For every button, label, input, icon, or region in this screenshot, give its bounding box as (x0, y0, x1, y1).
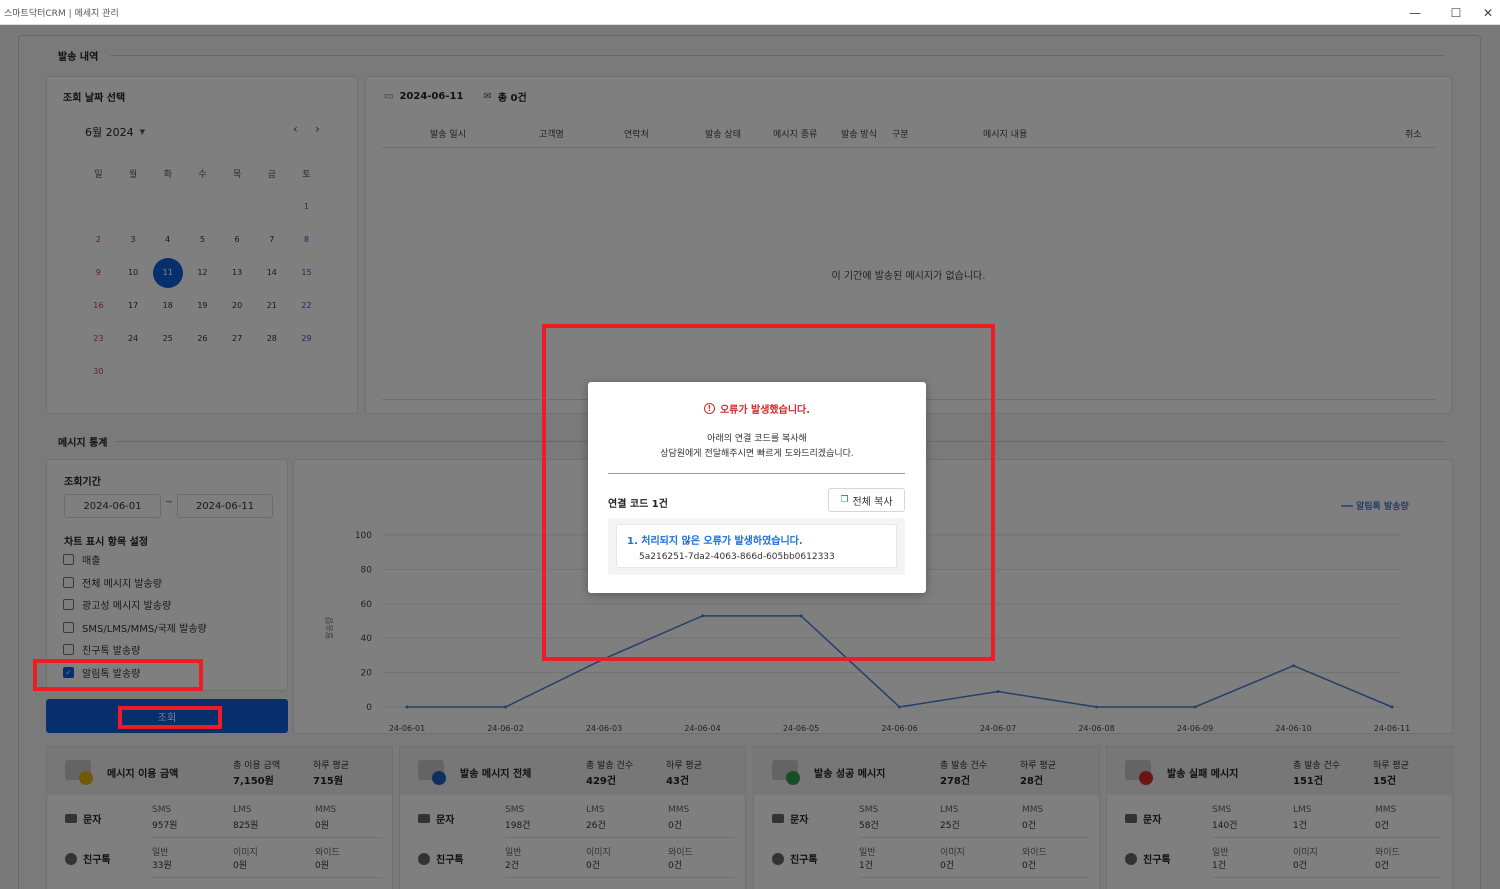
minimize-button[interactable]: — (1394, 0, 1436, 25)
annotation-box-option (33, 659, 203, 691)
window-titlebar: 스마트닥터CRM | 메세지 관리 — ☐ ✕ (0, 0, 1500, 25)
window-title: 스마트닥터CRM | 메세지 관리 (4, 8, 119, 19)
annotation-box-button (118, 706, 222, 729)
annotation-box-dialog (542, 324, 995, 661)
maximize-button[interactable]: ☐ (1435, 0, 1477, 25)
close-button[interactable]: ✕ (1476, 0, 1500, 25)
